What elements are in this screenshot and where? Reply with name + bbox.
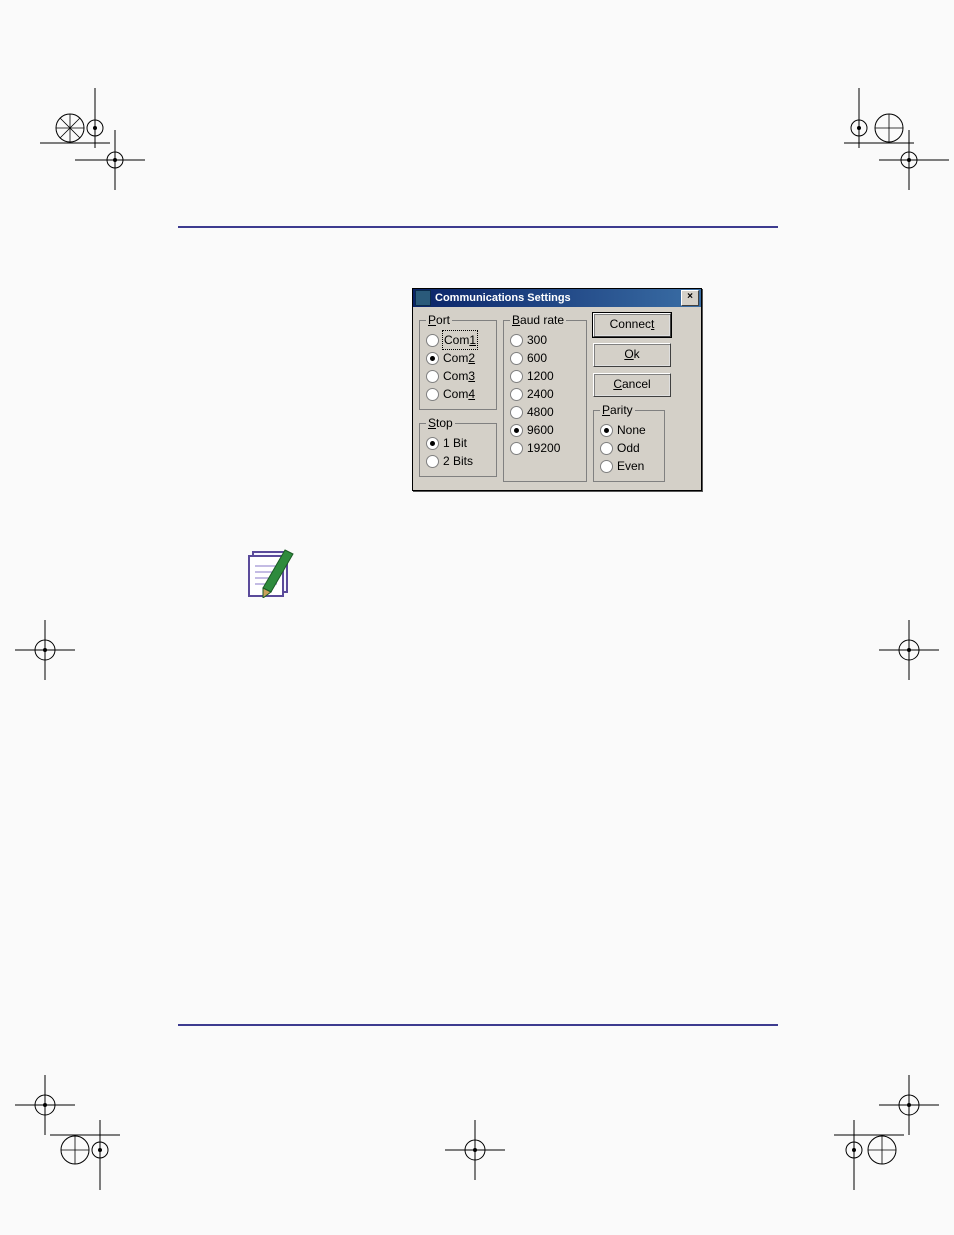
baud-option[interactable]: 2400: [510, 385, 580, 403]
stop-option[interactable]: 2 Bits: [426, 452, 490, 470]
port-group: Port Com1Com2Com3Com4: [419, 313, 497, 410]
baud-group: Baud rate 300600120024004800960019200: [503, 313, 587, 482]
port-option[interactable]: Com4: [426, 385, 490, 403]
radio-icon: [426, 352, 439, 365]
radio-icon: [426, 388, 439, 401]
stop-group: Stop 1 Bit2 Bits: [419, 416, 497, 477]
port-option[interactable]: Com1: [426, 331, 490, 349]
port-option-label: Com4: [443, 385, 475, 403]
radio-icon: [510, 406, 523, 419]
radio-icon: [510, 334, 523, 347]
baud-option[interactable]: 1200: [510, 367, 580, 385]
radio-icon: [510, 424, 523, 437]
baud-option-label: 300: [527, 331, 547, 349]
radio-icon: [510, 352, 523, 365]
radio-icon: [426, 437, 439, 450]
radio-icon: [600, 424, 613, 437]
baud-option[interactable]: 300: [510, 331, 580, 349]
baud-option[interactable]: 9600: [510, 421, 580, 439]
close-button[interactable]: ×: [681, 290, 699, 306]
stop-option-label: 2 Bits: [443, 452, 473, 470]
baud-option[interactable]: 4800: [510, 403, 580, 421]
crop-mark-icon: [869, 610, 949, 690]
parity-option-label: Even: [617, 457, 644, 475]
port-option[interactable]: Com3: [426, 367, 490, 385]
radio-icon: [510, 370, 523, 383]
ok-button[interactable]: Ok: [593, 343, 671, 367]
communications-settings-dialog: Communications Settings × Port Com1Com2C…: [412, 288, 702, 491]
baud-option-label: 4800: [527, 403, 554, 421]
radio-icon: [426, 455, 439, 468]
crop-mark-icon: [50, 1110, 130, 1190]
radio-icon: [510, 442, 523, 455]
cancel-button[interactable]: Cancel: [593, 373, 671, 397]
port-option[interactable]: Com2: [426, 349, 490, 367]
baud-option[interactable]: 600: [510, 349, 580, 367]
parity-legend: Parity: [600, 403, 635, 417]
baud-option-label: 600: [527, 349, 547, 367]
parity-option[interactable]: Even: [600, 457, 658, 475]
baud-option-label: 19200: [527, 439, 560, 457]
crop-mark-icon: [435, 1110, 515, 1190]
crop-mark-icon: [824, 1110, 904, 1190]
baud-option-label: 1200: [527, 367, 554, 385]
radio-icon: [600, 460, 613, 473]
stop-option-label: 1 Bit: [443, 434, 467, 452]
port-option-label: Com2: [443, 349, 475, 367]
parity-option[interactable]: Odd: [600, 439, 658, 457]
parity-option[interactable]: None: [600, 421, 658, 439]
divider: [178, 226, 778, 228]
port-option-label: Com1: [443, 331, 477, 349]
crop-mark-icon: [5, 610, 85, 690]
crop-mark-icon: [869, 130, 949, 210]
dialog-titlebar[interactable]: Communications Settings ×: [413, 289, 701, 307]
baud-legend: Baud rate: [510, 313, 566, 327]
radio-icon: [600, 442, 613, 455]
radio-icon: [510, 388, 523, 401]
dialog-title: Communications Settings: [435, 292, 681, 304]
parity-option-label: Odd: [617, 439, 640, 457]
radio-icon: [426, 334, 439, 347]
parity-group: Parity NoneOddEven: [593, 403, 665, 482]
stop-legend: Stop: [426, 416, 455, 430]
stop-option[interactable]: 1 Bit: [426, 434, 490, 452]
radio-icon: [426, 370, 439, 383]
port-legend: Port: [426, 313, 452, 327]
connect-button[interactable]: Connect: [593, 313, 671, 337]
crop-mark-icon: [75, 130, 155, 210]
port-option-label: Com3: [443, 367, 475, 385]
baud-option-label: 2400: [527, 385, 554, 403]
baud-option-label: 9600: [527, 421, 554, 439]
parity-option-label: None: [617, 421, 646, 439]
divider: [178, 1024, 778, 1026]
baud-option[interactable]: 19200: [510, 439, 580, 457]
app-icon: [415, 290, 431, 306]
note-icon: [245, 546, 305, 598]
